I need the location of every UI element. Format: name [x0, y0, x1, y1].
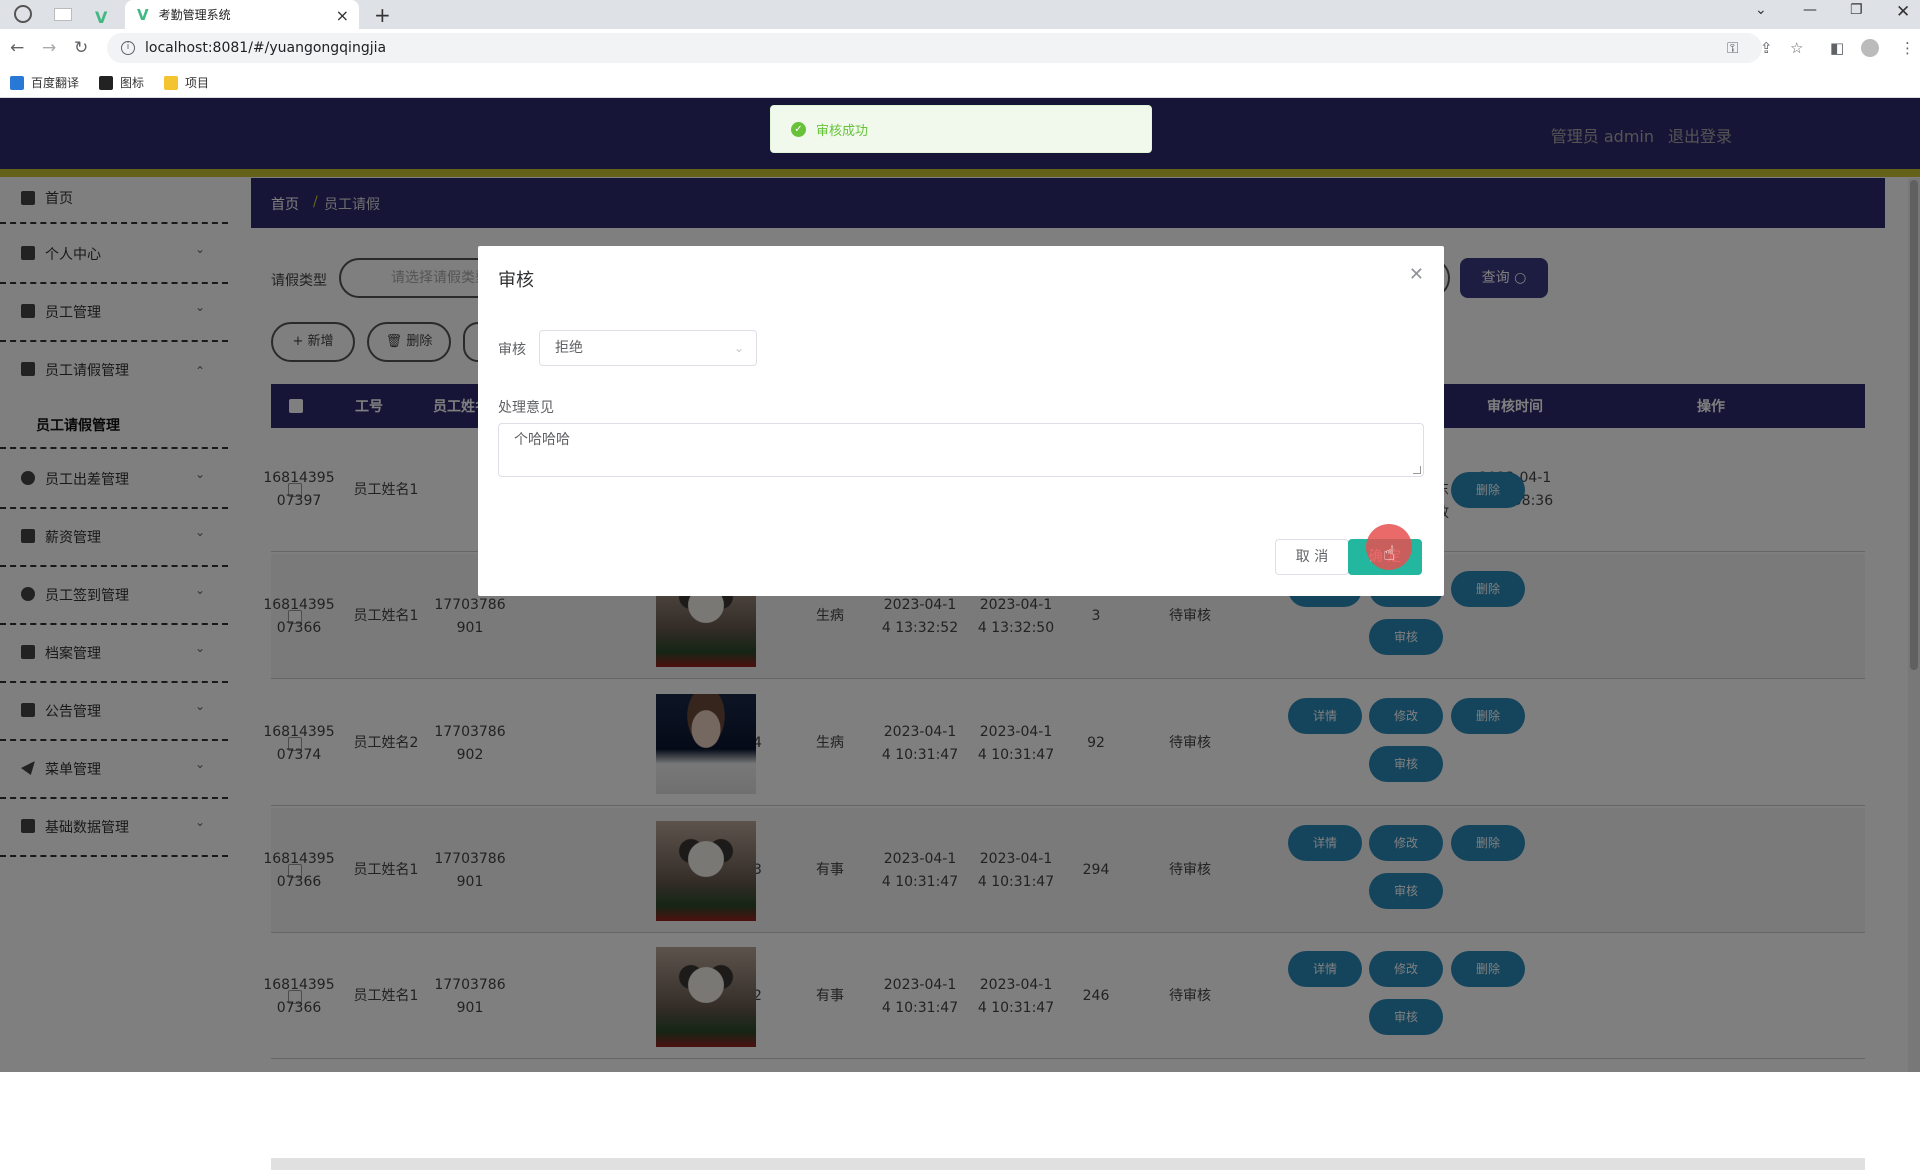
browser-tab-bar: V V 考勤管理系统 × + ⌄ — ❐ ✕: [0, 0, 1920, 29]
sidepanel-icon[interactable]: ◧: [1830, 39, 1844, 57]
opinion-text: 个哈哈哈: [514, 432, 570, 448]
restore-icon[interactable]: ❐: [1850, 2, 1863, 18]
hand-cursor-icon: ☝: [1383, 541, 1396, 565]
review-dialog: 审核 ✕ 审核 拒绝 ⌄ 处理意见 个哈哈哈 取 消 确 定: [478, 246, 1444, 596]
bookmark-baidu-translate[interactable]: 百度翻译: [10, 74, 79, 91]
bookmark-project[interactable]: 项目: [164, 74, 209, 91]
star-icon[interactable]: ☆: [1790, 39, 1803, 57]
reload-icon[interactable]: ↻: [74, 38, 88, 58]
resize-grip-icon[interactable]: [1413, 466, 1421, 474]
tab-close-icon[interactable]: ×: [336, 6, 349, 25]
bookmark-icons[interactable]: 图标: [99, 74, 144, 91]
close-icon[interactable]: ✕: [1409, 264, 1424, 285]
check-circle-icon: ✓: [791, 121, 806, 137]
url-text: localhost:8081/#/yuangongqingjia: [145, 40, 387, 56]
forward-icon[interactable]: →: [42, 38, 56, 58]
new-tab-button[interactable]: +: [374, 0, 391, 29]
translate-icon: [10, 75, 24, 90]
url-input[interactable]: i localhost:8081/#/yuangongqingjia: [107, 33, 1762, 63]
image-icon: [99, 75, 113, 90]
key-icon[interactable]: ⚿: [1727, 39, 1738, 57]
chevron-down-icon: ⌄: [733, 341, 744, 355]
window-close-icon[interactable]: ✕: [1896, 2, 1910, 22]
opinion-label: 处理意见: [498, 400, 554, 416]
review-result-select[interactable]: 拒绝 ⌄: [539, 330, 757, 366]
success-toast: ✓ 审核成功: [770, 105, 1152, 153]
menu-icon[interactable]: ⋮: [1900, 39, 1915, 57]
dialog-title: 审核: [498, 270, 534, 291]
tab-title: 考勤管理系统: [158, 8, 231, 22]
globe-tab-icon[interactable]: [14, 5, 32, 23]
address-bar-row: ← → ↻ i localhost:8081/#/yuangongqingjia…: [0, 29, 1920, 67]
folder-icon: [164, 75, 178, 90]
toast-message: 审核成功: [816, 123, 869, 139]
review-field-label: 审核: [498, 342, 526, 358]
share-icon[interactable]: ⇪: [1760, 39, 1773, 57]
table-footer-strip: [271, 1158, 1865, 1170]
review-result-value: 拒绝: [555, 340, 583, 356]
blank-tab-icon[interactable]: [54, 8, 72, 21]
minimize-icon[interactable]: —: [1803, 2, 1817, 18]
tab-search-icon[interactable]: ⌄: [1755, 2, 1767, 18]
bookmarks-bar: 百度翻译 图标 项目: [0, 67, 1920, 98]
vue-tab-icon[interactable]: V: [95, 3, 107, 32]
back-icon[interactable]: ←: [10, 38, 24, 58]
info-icon[interactable]: i: [121, 41, 135, 55]
opinion-textarea[interactable]: 个哈哈哈: [498, 423, 1424, 477]
active-tab[interactable]: V 考勤管理系统 ×: [125, 0, 359, 29]
profile-icon[interactable]: [1861, 39, 1879, 57]
cancel-button[interactable]: 取 消: [1275, 539, 1349, 575]
vue-favicon-icon: V: [137, 5, 149, 24]
